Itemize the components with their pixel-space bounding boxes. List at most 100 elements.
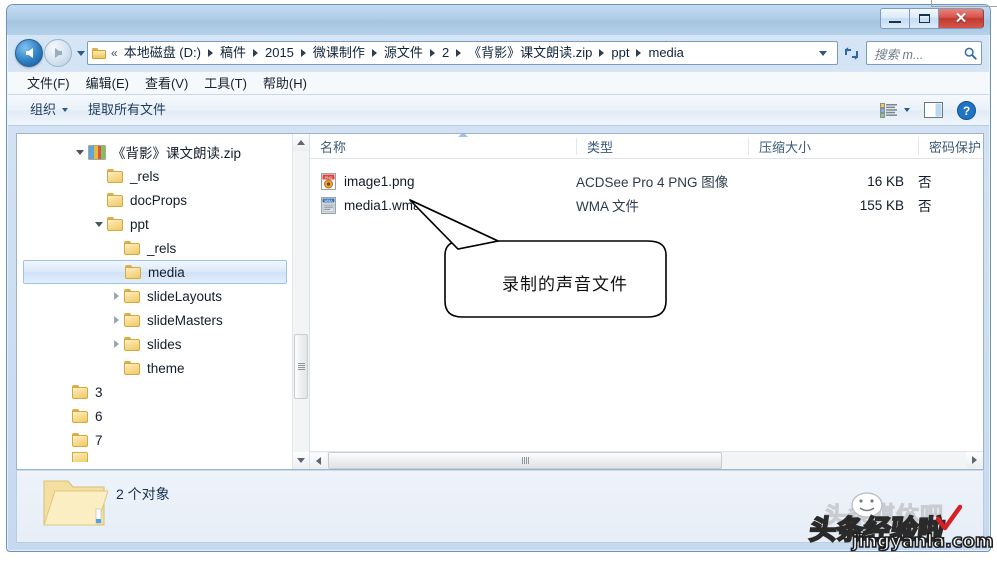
tree-item-rels-root[interactable]: _rels [17,164,293,188]
chevron-up-icon [297,140,305,145]
breadcrumb-item-1[interactable]: 稿件 [218,44,248,62]
breadcrumb-separator-icon[interactable] [456,49,462,57]
table-row[interactable]: PNG image1.png ACDSee Pro 4 PNG 图像 16 KB… [310,169,983,193]
scroll-right-button[interactable] [966,452,983,468]
tree-item-rels-ppt[interactable]: _rels [17,236,293,260]
title-bar[interactable]: ✕ [7,5,990,35]
tree-item-slidelayouts[interactable]: slideLayouts [17,284,293,308]
column-header-size[interactable]: 压缩大小 [748,137,918,155]
folder-icon [124,361,141,375]
tree-item-3[interactable]: 3 [17,380,293,404]
file-name-cell: WMA media1.wma [310,196,576,214]
breadcrumb-item-5[interactable]: 2 [440,44,451,62]
breadcrumb-separator-icon[interactable] [371,49,377,57]
scroll-down-button[interactable] [293,452,309,469]
scroll-left-button[interactable] [310,452,327,469]
twisty-collapsed-icon[interactable] [108,292,124,300]
tree-item-media[interactable]: media [23,260,287,284]
breadcrumb-separator-icon[interactable] [636,49,642,57]
folder-icon [72,433,89,447]
breadcrumb-item-7[interactable]: ppt [609,44,631,62]
navigation-pane-scrollbar[interactable] [292,134,309,469]
search-input[interactable]: 搜索 m... [866,41,982,65]
breadcrumb-separator-icon[interactable] [429,49,435,57]
tree-item-slides[interactable]: slides [17,332,293,356]
tree-item-docprops[interactable]: docProps [17,188,293,212]
menu-item-tools[interactable]: 工具(T) [197,74,254,93]
breadcrumb-item-6[interactable]: 《背影》课文朗读.zip [466,44,594,62]
minimize-button[interactable] [880,8,909,29]
close-button[interactable]: ✕ [938,8,984,29]
extract-all-button[interactable]: 提取所有文件 [80,99,174,121]
breadcrumb-item-current[interactable]: media [646,44,685,62]
chevron-down-icon [904,108,910,112]
folder-icon [42,475,109,533]
twisty-collapsed-icon[interactable] [108,316,124,324]
chevron-left-icon [316,456,321,465]
recent-locations-button[interactable] [74,50,87,56]
scrollbar-thumb[interactable] [294,334,308,399]
column-header-password[interactable]: 密码保护 [918,137,983,155]
menu-item-edit[interactable]: 编辑(E) [79,74,136,93]
svg-text:WMA: WMA [324,198,333,202]
folder-icon [72,385,89,399]
scroll-up-button[interactable] [293,134,309,151]
menu-item-file[interactable]: 文件(F) [20,74,77,93]
refresh-button[interactable] [840,41,862,65]
chevron-down-icon [76,50,85,56]
file-size-cell: 16 KB [867,173,904,189]
breadcrumb-separator-icon[interactable] [300,49,306,57]
tree-item-slidemasters[interactable]: slideMasters [17,308,293,332]
column-header-type[interactable]: 类型 [576,137,748,155]
svg-text:?: ? [963,104,970,118]
address-bar[interactable]: « 本地磁盘 (D:) 稿件 2015 微课制作 源文件 2 《背影》课文朗读.… [87,41,838,65]
file-password-cell: 否 [918,175,932,190]
file-list-pane[interactable]: 名称 类型 压缩大小 密码保护 PNG image1.png ACDSee Pr… [310,134,983,469]
change-view-button[interactable] [875,101,915,120]
scrollbar-thumb[interactable] [328,452,722,469]
breadcrumb-separator-icon[interactable] [207,49,213,57]
folder-icon [107,193,124,207]
breadcrumb-item-2[interactable]: 2015 [263,44,296,62]
twisty-collapsed-icon[interactable] [108,340,124,348]
breadcrumb-item-4[interactable]: 源文件 [382,44,425,62]
tree-item-label: 7 [95,432,103,448]
breadcrumb-separator-icon[interactable] [252,49,258,57]
tree-item-6[interactable]: 6 [17,404,293,428]
address-dropdown-button[interactable] [811,50,833,56]
chevron-down-icon [297,458,305,463]
breadcrumb-overflow-icon[interactable]: « [111,46,118,60]
preview-pane-button[interactable] [919,100,948,120]
menu-item-view[interactable]: 查看(V) [138,74,195,93]
file-type-cell: WMA 文件 [576,199,639,214]
navigation-pane[interactable]: 《背影》课文朗读.zip _rels docProps ppt _rels me… [17,134,310,469]
file-list-horizontal-scrollbar[interactable] [310,451,983,469]
extract-all-label: 提取所有文件 [88,102,167,117]
grip-icon [297,363,305,370]
table-row[interactable]: WMA media1.wma WMA 文件 155 KB 否 [310,193,983,217]
forward-button[interactable] [44,39,72,67]
status-text: 2 个对象 [116,486,170,502]
column-header-name[interactable]: 名称 [310,138,576,155]
menu-item-help[interactable]: 帮助(H) [256,74,314,93]
maximize-button[interactable] [909,8,938,29]
status-bar: 2 个对象 [16,471,984,543]
grip-icon [521,457,529,464]
breadcrumb-item-3[interactable]: 微课制作 [311,44,367,62]
folder-icon [72,409,89,423]
breadcrumb-item-drive[interactable]: 本地磁盘 (D:) [122,44,203,62]
folder-tree: 《背影》课文朗读.zip _rels docProps ppt _rels me… [17,134,293,469]
back-button[interactable] [15,39,43,67]
organize-button[interactable]: 组织 [22,99,76,121]
twisty-expanded-icon[interactable] [72,149,88,155]
file-password-cell: 否 [918,199,932,214]
help-button[interactable]: ? [952,99,981,122]
tree-item-ppt[interactable]: ppt [17,212,293,236]
tree-item-partial[interactable] [17,452,293,462]
tree-item-zip[interactable]: 《背影》课文朗读.zip [17,140,293,164]
tree-item-7[interactable]: 7 [17,428,293,452]
tree-item-theme[interactable]: theme [17,356,293,380]
twisty-expanded-icon[interactable] [91,221,107,227]
minimize-icon [889,21,901,23]
breadcrumb-separator-icon[interactable] [599,49,605,57]
